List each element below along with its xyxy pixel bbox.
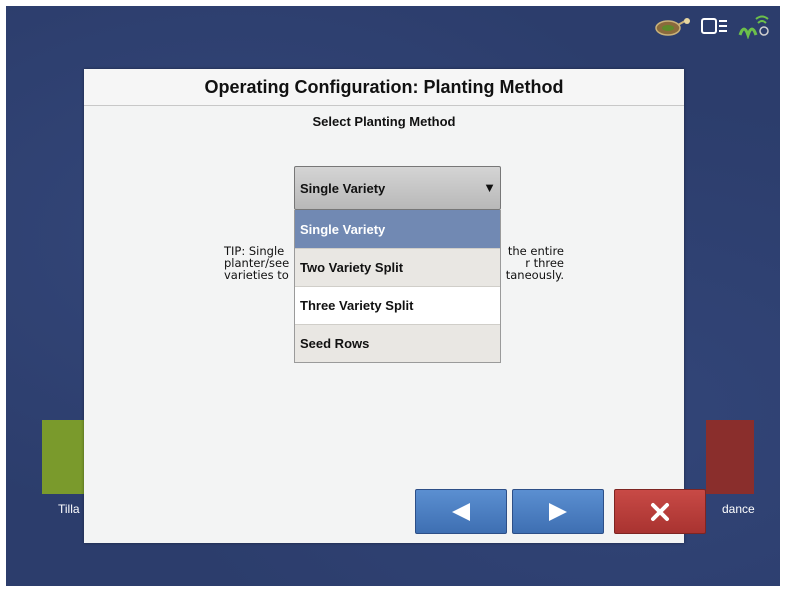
option-single-variety[interactable]: Single Variety	[295, 210, 500, 248]
gps-antenna-icon[interactable]	[654, 16, 692, 38]
close-icon	[651, 502, 669, 521]
dialog-subtitle: Select Planting Method	[312, 114, 456, 129]
right-triangle-icon	[549, 502, 567, 521]
satellite-signal-icon[interactable]	[738, 15, 770, 39]
guidance-label: dance	[722, 502, 755, 516]
display-icon[interactable]	[700, 16, 730, 38]
option-seed-rows[interactable]: Seed Rows	[295, 324, 500, 362]
tillage-label: Tilla	[58, 502, 80, 516]
option-three-variety-split[interactable]: Three Variety Split	[295, 286, 500, 324]
back-button[interactable]	[415, 489, 507, 534]
screen: Tilla dance Operating Configuration: Pla…	[6, 6, 780, 586]
status-bar	[654, 12, 770, 42]
tip-line-3-right: taneously.	[505, 268, 564, 282]
planting-method-select[interactable]: Single Variety ▼	[294, 166, 501, 210]
dialog-title: Operating Configuration: Planting Method	[84, 69, 684, 106]
cancel-button[interactable]	[614, 489, 706, 534]
planting-method-dropdown: Single Variety Two Variety Split Three V…	[294, 210, 501, 363]
next-button[interactable]	[512, 489, 604, 534]
select-value: Single Variety	[300, 181, 386, 196]
guidance-app-tile	[706, 420, 754, 494]
tillage-app-tile	[42, 420, 90, 494]
planting-method-dialog: Operating Configuration: Planting Method…	[84, 69, 706, 543]
dropdown-arrow-icon: ▼	[483, 180, 496, 195]
tip-line-3-left: varieties to	[224, 268, 289, 282]
option-two-variety-split[interactable]: Two Variety Split	[295, 248, 500, 286]
left-triangle-icon	[452, 502, 470, 521]
